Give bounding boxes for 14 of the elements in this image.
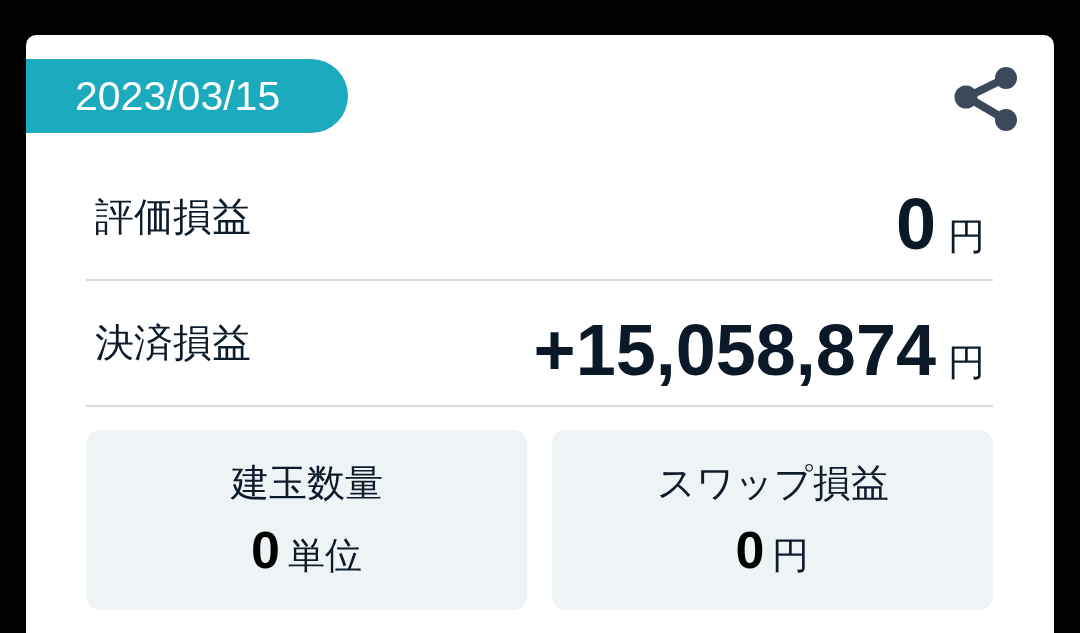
metric-value: +15,058,874 [533, 309, 936, 391]
share-icon[interactable] [954, 66, 1018, 132]
metric-value: 0 [895, 183, 936, 265]
tile-label: スワップ損益 [656, 461, 889, 506]
unit-label: 円 [772, 534, 810, 578]
tile-label: 建玉数量 [230, 461, 383, 506]
metric-label: 評価損益 [94, 194, 251, 240]
unit-label: 単位 [287, 534, 362, 578]
tile-value: 0 [735, 520, 765, 580]
unit-label: 円 [948, 341, 985, 385]
tile-value: 0 [251, 520, 280, 580]
date-banner: 2023/03/15 [26, 59, 348, 133]
unit-label: 円 [948, 215, 985, 259]
metric-label: 決済損益 [94, 320, 251, 366]
